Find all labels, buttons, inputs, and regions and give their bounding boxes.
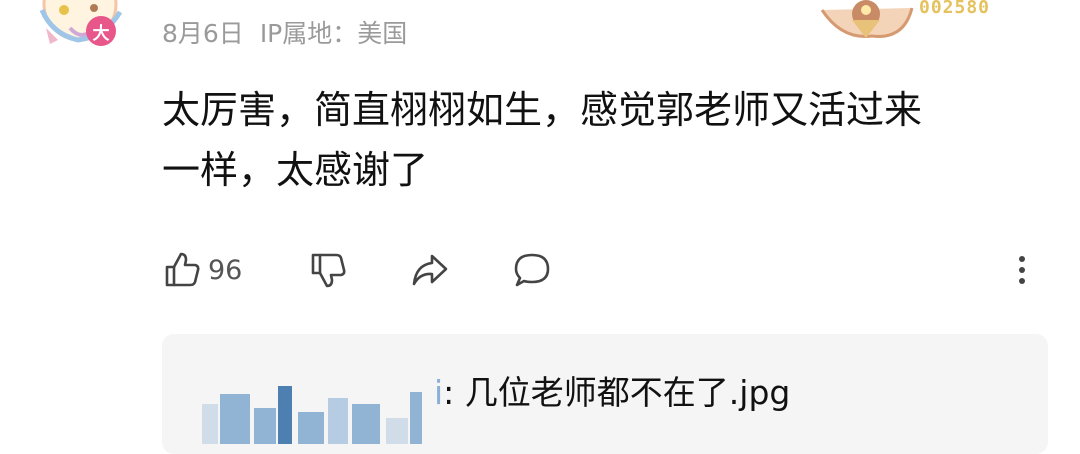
more-options-button[interactable]: [1010, 252, 1034, 288]
fan-badge-number: 002580: [919, 0, 991, 18]
like-button[interactable]: 96: [162, 246, 242, 294]
avatar-badge: 大: [86, 16, 116, 46]
comment-text: 太厉害，简直栩栩如生，感觉郭老师又活过来 一样，太感谢了: [162, 80, 1042, 200]
reply-text: i: 几位老师都不在了.jpg: [434, 368, 790, 418]
avatar-badge-char: 大: [92, 23, 110, 44]
share-button[interactable]: [410, 246, 450, 294]
reply-username-fragment: i: [434, 373, 444, 412]
thumbs-up-icon: [165, 252, 200, 287]
like-count: 96: [208, 254, 243, 286]
reply-preview[interactable]: i: 几位老师都不在了.jpg: [162, 334, 1048, 454]
comment-date: 8月6日: [162, 19, 244, 48]
reply-content: : 几位老师都不在了.jpg: [443, 373, 791, 412]
comment-meta: 8月6日 IP属地：美国: [162, 14, 407, 54]
comment-action-bar: 96: [162, 246, 1042, 294]
user-avatar[interactable]: 大: [28, 0, 136, 54]
blurred-username: [202, 382, 442, 444]
comment-bubble-icon: [514, 253, 550, 287]
more-vertical-icon: [1019, 256, 1025, 262]
comment-ip-location: IP属地：美国: [259, 19, 408, 48]
dislike-button[interactable]: [308, 246, 348, 294]
share-icon: [412, 254, 448, 286]
comment-line: 一样，太感谢了: [162, 148, 429, 192]
comment-line: 太厉害，简直栩栩如生，感觉郭老师又活过来: [162, 88, 923, 132]
thumbs-down-icon: [311, 253, 346, 288]
avatar-frame-icon: [39, 0, 123, 44]
reply-button[interactable]: [512, 246, 552, 294]
